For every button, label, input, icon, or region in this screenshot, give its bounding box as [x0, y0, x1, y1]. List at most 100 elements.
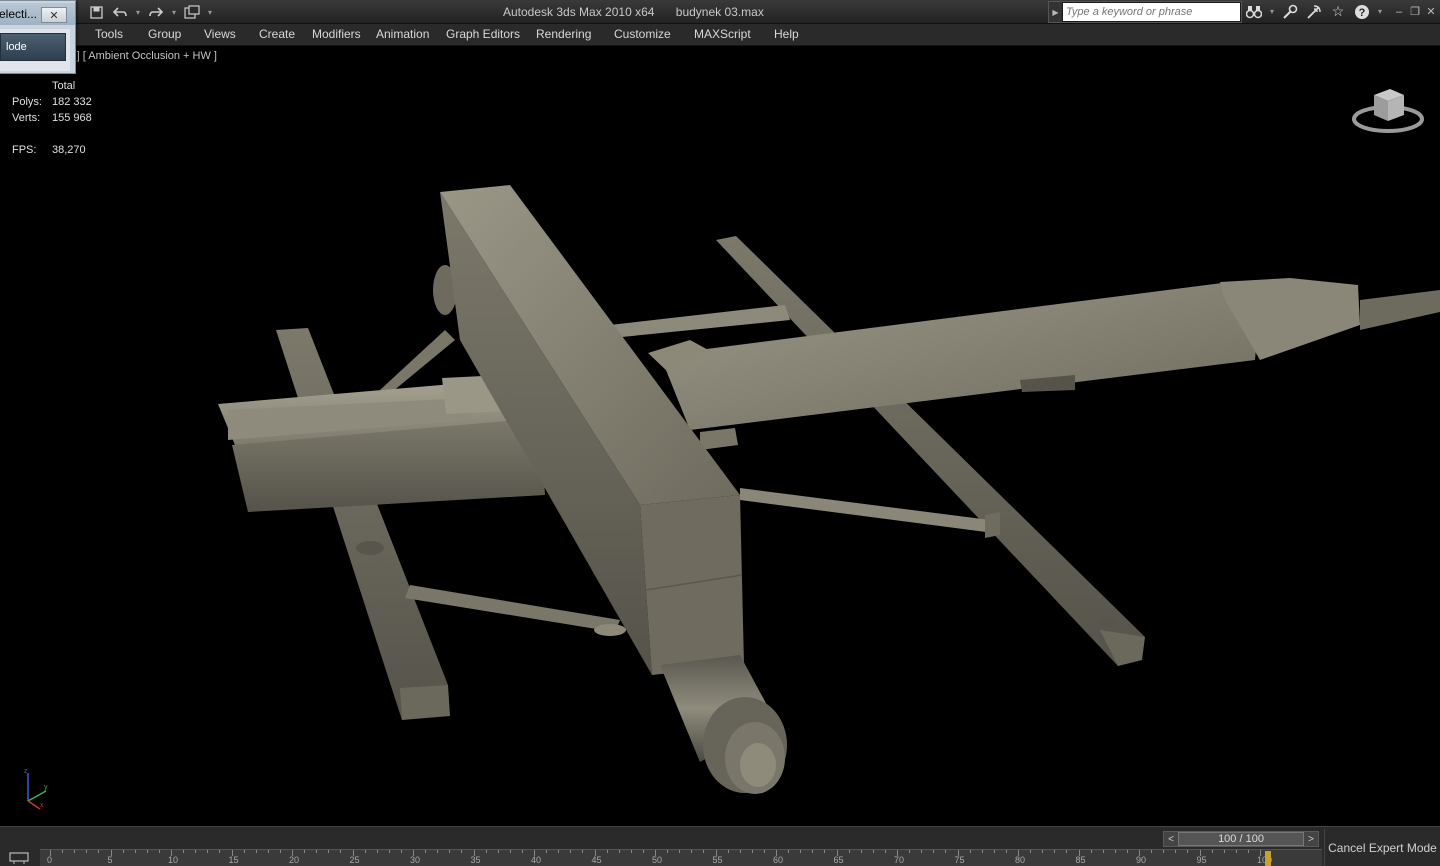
track-tick — [667, 850, 669, 853]
dialog-close-button[interactable]: ✕ — [41, 7, 67, 23]
polys-value: 182 332 — [52, 96, 92, 108]
time-slider[interactable]: < 100 / 100 > — [1163, 831, 1319, 847]
track-tick — [437, 850, 439, 853]
track-tick — [739, 850, 741, 853]
track-tick — [1175, 850, 1177, 853]
dialog-body: lode — [0, 29, 70, 71]
frame-counter[interactable]: 100 / 100 — [1178, 832, 1304, 846]
track-tick — [340, 850, 342, 853]
track-tick — [400, 850, 402, 853]
track-tick — [1066, 850, 1068, 853]
previous-frame-icon[interactable]: < — [1164, 832, 1178, 846]
next-frame-icon[interactable]: > — [1304, 832, 1318, 846]
toolbar-customize-dropdown-icon[interactable]: ▾ — [206, 3, 214, 21]
track-tick — [727, 850, 729, 853]
svg-text:x: x — [40, 802, 44, 809]
track-tick — [485, 850, 487, 853]
svg-text:?: ? — [1359, 7, 1366, 19]
menu-modifiers[interactable]: Modifiers — [312, 27, 361, 41]
track-tick-label: 80 — [1015, 855, 1026, 865]
favorites-star-icon[interactable]: ☆ — [1328, 2, 1348, 21]
track-tick — [800, 850, 802, 853]
cancel-expert-mode-button[interactable]: Cancel Expert Mode — [1324, 829, 1440, 866]
dialog-title: electi... — [0, 7, 38, 21]
track-tick — [122, 850, 124, 853]
viewport-label[interactable]: ve ] [ Ambient Occlusion + HW ] — [62, 50, 217, 62]
redo-icon[interactable] — [146, 3, 166, 21]
track-tick — [1102, 850, 1104, 853]
track-tick — [509, 850, 511, 853]
stats-header: Total — [52, 80, 76, 92]
track-tick — [691, 850, 693, 853]
save-icon[interactable] — [86, 3, 106, 21]
quick-access-toolbar: ▾ ▾ ▾ — [86, 2, 214, 22]
communication-center-icon[interactable] — [1304, 2, 1324, 21]
project-folder-icon[interactable] — [182, 3, 202, 21]
track-tick — [207, 850, 209, 853]
mode-button[interactable]: lode — [0, 33, 66, 61]
track-tick — [1235, 850, 1237, 853]
time-slider-area: < 100 / 100 > Cancel Expert Mode 0 5 10 15 2… — [0, 826, 1440, 866]
track-tick-label: 90 — [1136, 855, 1147, 865]
track-bar[interactable]: 0510152025303540455055606570758085909510… — [40, 849, 1322, 866]
track-tick — [763, 850, 765, 853]
menu-rendering[interactable]: Rendering — [536, 27, 591, 41]
track-tick — [606, 850, 608, 853]
menu-maxscript[interactable]: MAXScript — [694, 27, 751, 41]
infocenter-search: ▶ — [1048, 1, 1242, 23]
track-tick — [1042, 850, 1044, 853]
menu-help[interactable]: Help — [774, 27, 799, 41]
track-bar-toggle-icon[interactable] — [4, 849, 34, 866]
track-tick — [1223, 850, 1225, 853]
verts-value: 155 968 — [52, 112, 92, 124]
track-tick — [316, 850, 318, 853]
track-tick — [1187, 850, 1189, 853]
track-tick — [1211, 850, 1213, 853]
verts-label: Verts: — [12, 112, 41, 124]
track-tick-label: 35 — [470, 855, 481, 865]
menu-create[interactable]: Create — [259, 27, 295, 41]
dialog-title-bar[interactable]: electi... ✕ — [0, 3, 75, 25]
menu-views[interactable]: Views — [204, 27, 236, 41]
track-tick — [388, 850, 390, 853]
track-tick-label: 15 — [228, 855, 239, 865]
restore-icon[interactable]: ❐ — [1408, 3, 1422, 20]
track-tick-label: 65 — [833, 855, 844, 865]
perspective-viewport[interactable]: ve ] [ Ambient Occlusion + HW ] Total Po… — [0, 47, 1440, 826]
floating-selection-dialog: electi... ✕ lode — [0, 0, 76, 74]
menu-customize[interactable]: Customize — [614, 27, 671, 41]
redo-dropdown-icon[interactable]: ▾ — [170, 3, 178, 21]
undo-icon[interactable] — [110, 3, 130, 21]
menu-group[interactable]: Group — [148, 27, 181, 41]
help-icon[interactable]: ? — [1352, 2, 1372, 21]
track-tick-label: 0 — [47, 855, 53, 865]
viewcube-icon[interactable] — [1350, 77, 1426, 137]
track-tick — [848, 850, 850, 853]
search-input[interactable] — [1063, 3, 1240, 21]
track-tick-label: 30 — [410, 855, 421, 865]
track-tick — [134, 850, 136, 853]
close-icon[interactable]: ✕ — [1424, 3, 1438, 20]
track-tick — [461, 850, 463, 853]
search-dropdown-icon[interactable]: ▾ — [1268, 3, 1276, 21]
polys-label: Polys: — [12, 96, 42, 108]
minimize-icon[interactable]: – — [1392, 3, 1406, 20]
track-tick-label: 20 — [289, 855, 300, 865]
search-expand-icon[interactable]: ▶ — [1049, 2, 1062, 22]
track-tick-label: 85 — [1075, 855, 1086, 865]
subscription-center-icon[interactable] — [1280, 2, 1300, 21]
track-tick-label: 60 — [773, 855, 784, 865]
menu-tools[interactable]: Tools — [95, 27, 123, 41]
track-tick — [243, 850, 245, 853]
track-tick — [86, 850, 88, 853]
time-position-marker[interactable] — [1265, 851, 1271, 866]
menu-graph-editors[interactable]: Graph Editors — [446, 27, 520, 41]
track-tick — [1054, 850, 1056, 853]
track-tick-label: 75 — [954, 855, 965, 865]
binoculars-search-icon[interactable] — [1244, 2, 1264, 21]
track-tick — [62, 850, 64, 853]
menu-animation[interactable]: Animation — [376, 27, 429, 41]
undo-dropdown-icon[interactable]: ▾ — [134, 3, 142, 21]
track-tick — [1090, 850, 1092, 853]
help-dropdown-icon[interactable]: ▾ — [1376, 3, 1384, 21]
